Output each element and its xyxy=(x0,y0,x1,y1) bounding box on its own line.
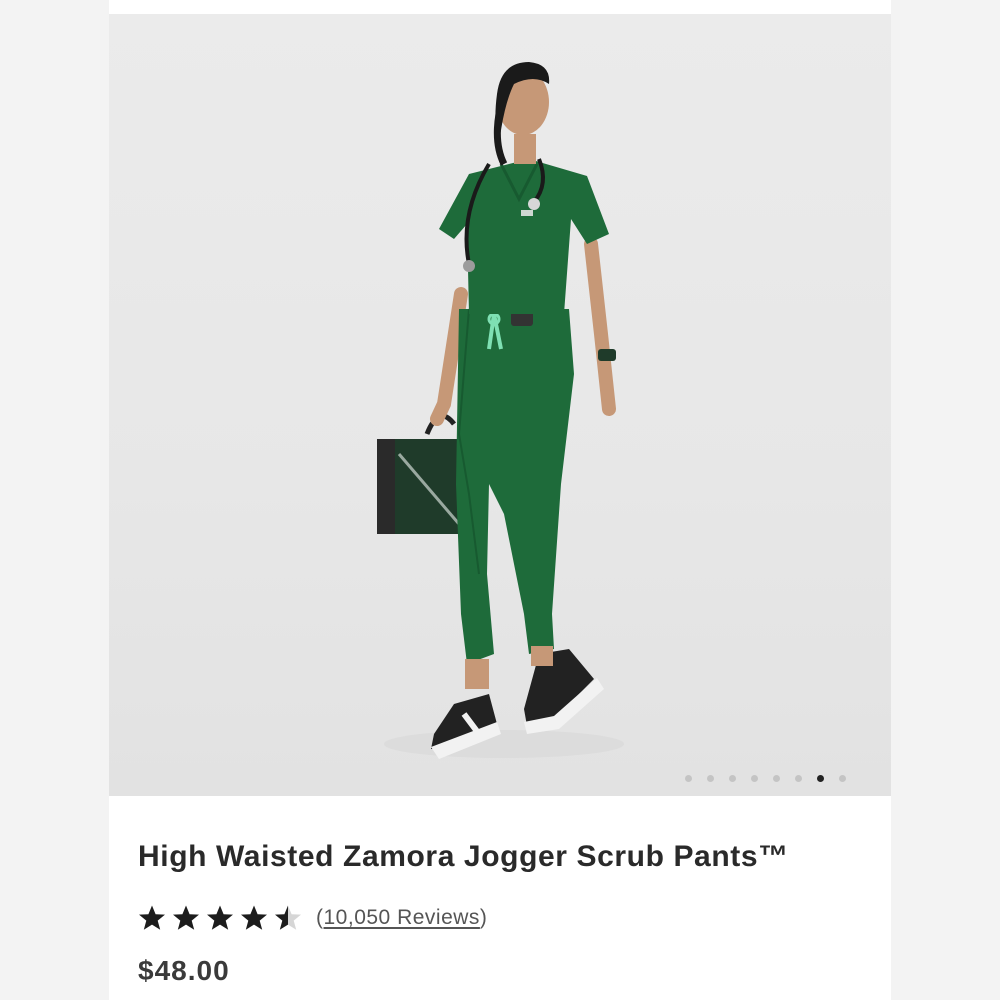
right-margin xyxy=(891,0,1000,1000)
carousel-dot-5[interactable] xyxy=(773,774,780,782)
carousel-dot-1[interactable] xyxy=(685,774,692,782)
carousel-dots xyxy=(685,773,846,783)
star-rating xyxy=(138,904,302,932)
carousel-dot-2[interactable] xyxy=(707,774,714,782)
reviews-link[interactable]: (10,050 Reviews) xyxy=(316,906,487,930)
top-strip xyxy=(109,0,891,14)
carousel-dot-8[interactable] xyxy=(839,774,846,782)
star-icon xyxy=(241,905,267,930)
reviews-close-paren: ) xyxy=(479,906,488,929)
bag-illustration xyxy=(377,413,465,534)
product-title: High Waisted Zamora Jogger Scrub Pants™ xyxy=(138,840,789,873)
carousel-dot-4[interactable] xyxy=(751,774,758,782)
carousel-dot-6[interactable] xyxy=(795,774,802,782)
star-icon xyxy=(139,905,165,930)
product-image[interactable] xyxy=(109,14,891,796)
left-margin xyxy=(0,0,109,1000)
model-illustration xyxy=(377,62,624,759)
star-icon xyxy=(275,905,301,930)
product-price: $48.00 xyxy=(138,955,230,986)
product-card: High Waisted Zamora Jogger Scrub Pants™ … xyxy=(109,0,891,1000)
carousel-dot-3[interactable] xyxy=(729,774,736,782)
star-icon xyxy=(207,905,233,930)
reviews-open-paren: ( xyxy=(316,906,324,929)
rating-row: (10,050 Reviews) xyxy=(138,898,487,938)
pants-illustration xyxy=(456,296,574,664)
carousel-dot-7[interactable] xyxy=(817,774,824,782)
reviews-count: 10,050 Reviews xyxy=(323,906,480,929)
star-icon xyxy=(173,905,199,930)
